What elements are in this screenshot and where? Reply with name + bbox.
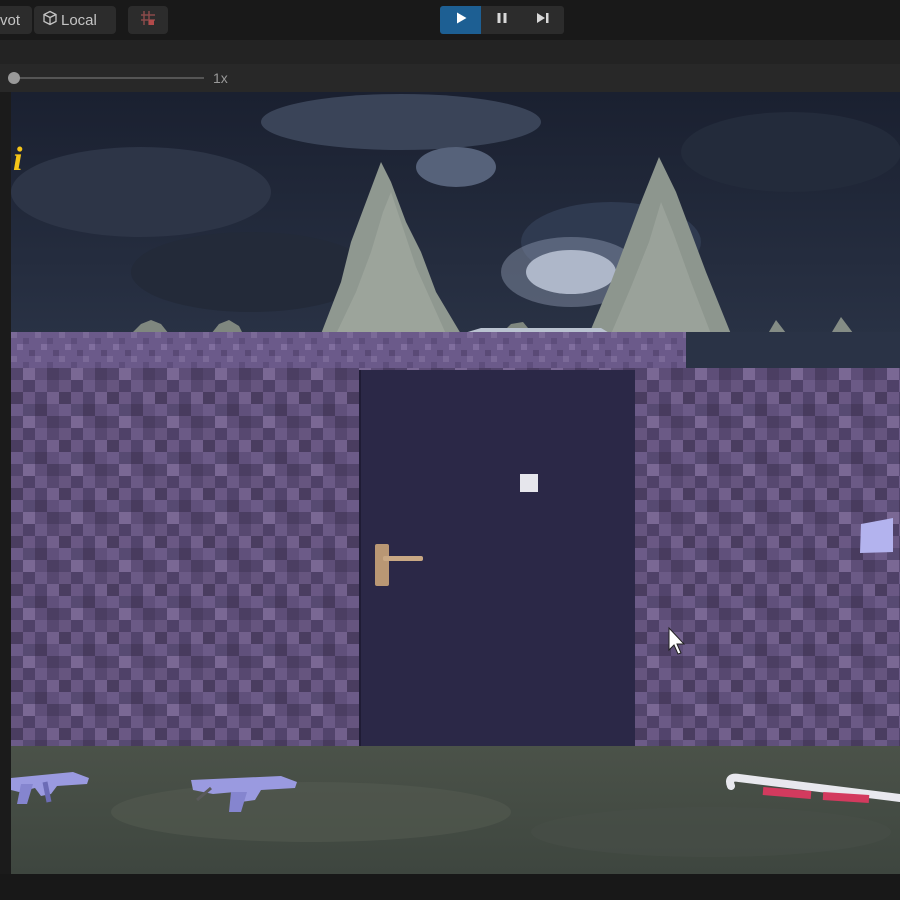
playmode-controls [440, 6, 564, 34]
play-icon [454, 11, 468, 30]
scale-slider-handle[interactable] [8, 72, 20, 84]
local-label: Local [61, 11, 97, 29]
grid-snap-icon [139, 9, 157, 32]
toolbar-strip [0, 40, 900, 64]
viewport-bottom-bar [0, 874, 900, 900]
info-icon[interactable]: i [13, 143, 22, 177]
play-button[interactable] [440, 6, 481, 34]
crosshair [520, 474, 538, 492]
sky [11, 92, 900, 352]
step-button[interactable] [522, 6, 563, 34]
viewport-frame [0, 92, 11, 874]
local-global-toggle-button[interactable]: Local [34, 6, 116, 34]
editor-toolbar: vot Local [0, 0, 900, 40]
scale-slider-track[interactable] [14, 77, 204, 79]
pivot-toggle-button[interactable]: vot [0, 6, 32, 34]
scale-label: 1x [213, 70, 228, 86]
step-icon [535, 11, 551, 30]
cube-icon [42, 10, 58, 30]
pause-icon [495, 11, 509, 30]
ground [11, 746, 900, 874]
game-viewport[interactable] [11, 92, 900, 874]
grid-snap-button[interactable] [128, 6, 168, 34]
pivot-label: vot [0, 11, 21, 29]
pause-button[interactable] [481, 6, 522, 34]
